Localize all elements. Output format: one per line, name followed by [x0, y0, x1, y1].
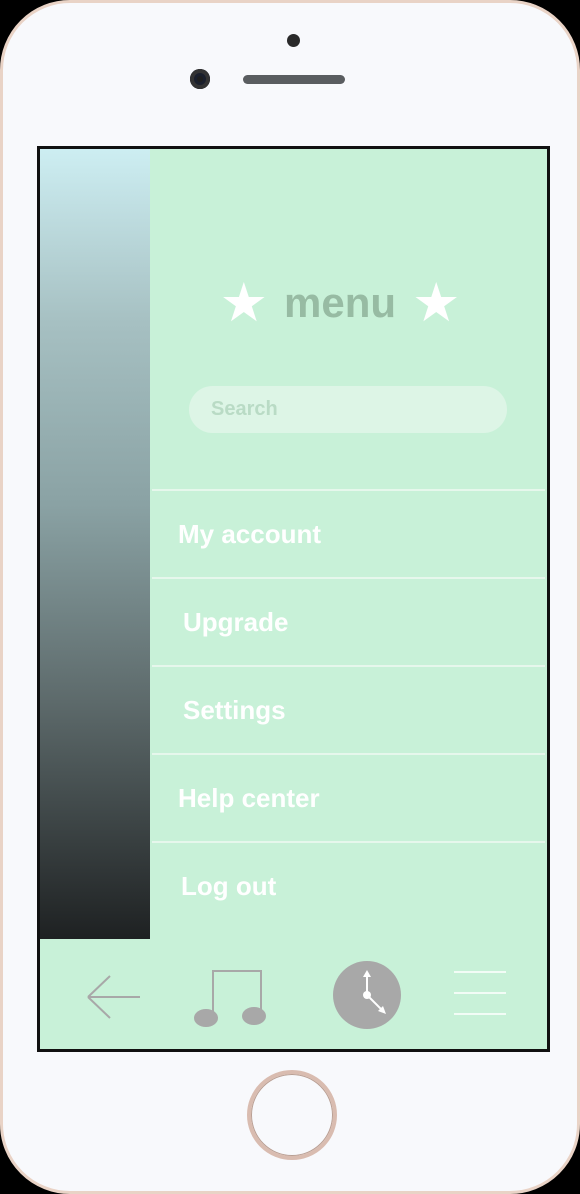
- front-camera: [190, 69, 210, 89]
- earpiece-speaker: [243, 75, 345, 84]
- star-icon: ★: [412, 271, 461, 334]
- hamburger-menu-icon: [454, 971, 506, 1015]
- back-arrow-icon: [87, 975, 140, 1019]
- home-button[interactable]: [247, 1070, 337, 1160]
- star-icon: ★: [219, 271, 268, 334]
- back-button[interactable]: [84, 973, 144, 1023]
- proximity-sensor: [287, 34, 300, 47]
- menu-item-my-account[interactable]: My account: [152, 489, 545, 577]
- menu-item-upgrade[interactable]: Upgrade: [152, 577, 545, 665]
- music-button[interactable]: [192, 963, 272, 1033]
- menu-list: My account Upgrade Settings Help center …: [152, 489, 545, 929]
- screen: ★ menu ★ My account Upgrade Settings: [37, 146, 550, 1052]
- side-menu-drawer: ★ menu ★ My account Upgrade Settings: [150, 149, 547, 939]
- music-note-icon: [194, 970, 266, 1027]
- menu-item-label: Help center: [178, 782, 320, 813]
- clock-button[interactable]: [333, 961, 401, 1029]
- menu-item-label: Log out: [181, 870, 277, 901]
- hamburger-menu-button[interactable]: [452, 969, 508, 1019]
- menu-title: ★ menu ★: [210, 275, 470, 331]
- menu-item-settings[interactable]: Settings: [152, 665, 545, 753]
- menu-item-help-center[interactable]: Help center: [152, 753, 545, 841]
- clock-icon: [333, 961, 401, 1029]
- menu-item-log-out[interactable]: Log out: [152, 841, 545, 929]
- phone-frame: ★ menu ★ My account Upgrade Settings: [0, 0, 580, 1194]
- menu-item-label: Upgrade: [183, 606, 289, 637]
- menu-title-text: menu: [283, 279, 396, 326]
- dimmed-content-overlay[interactable]: [40, 149, 150, 939]
- menu-item-label: Settings: [183, 694, 286, 725]
- search-bar[interactable]: [189, 386, 507, 433]
- bottom-navigation-bar: [40, 939, 547, 1049]
- menu-item-label: My account: [178, 518, 322, 549]
- search-input[interactable]: [209, 397, 487, 422]
